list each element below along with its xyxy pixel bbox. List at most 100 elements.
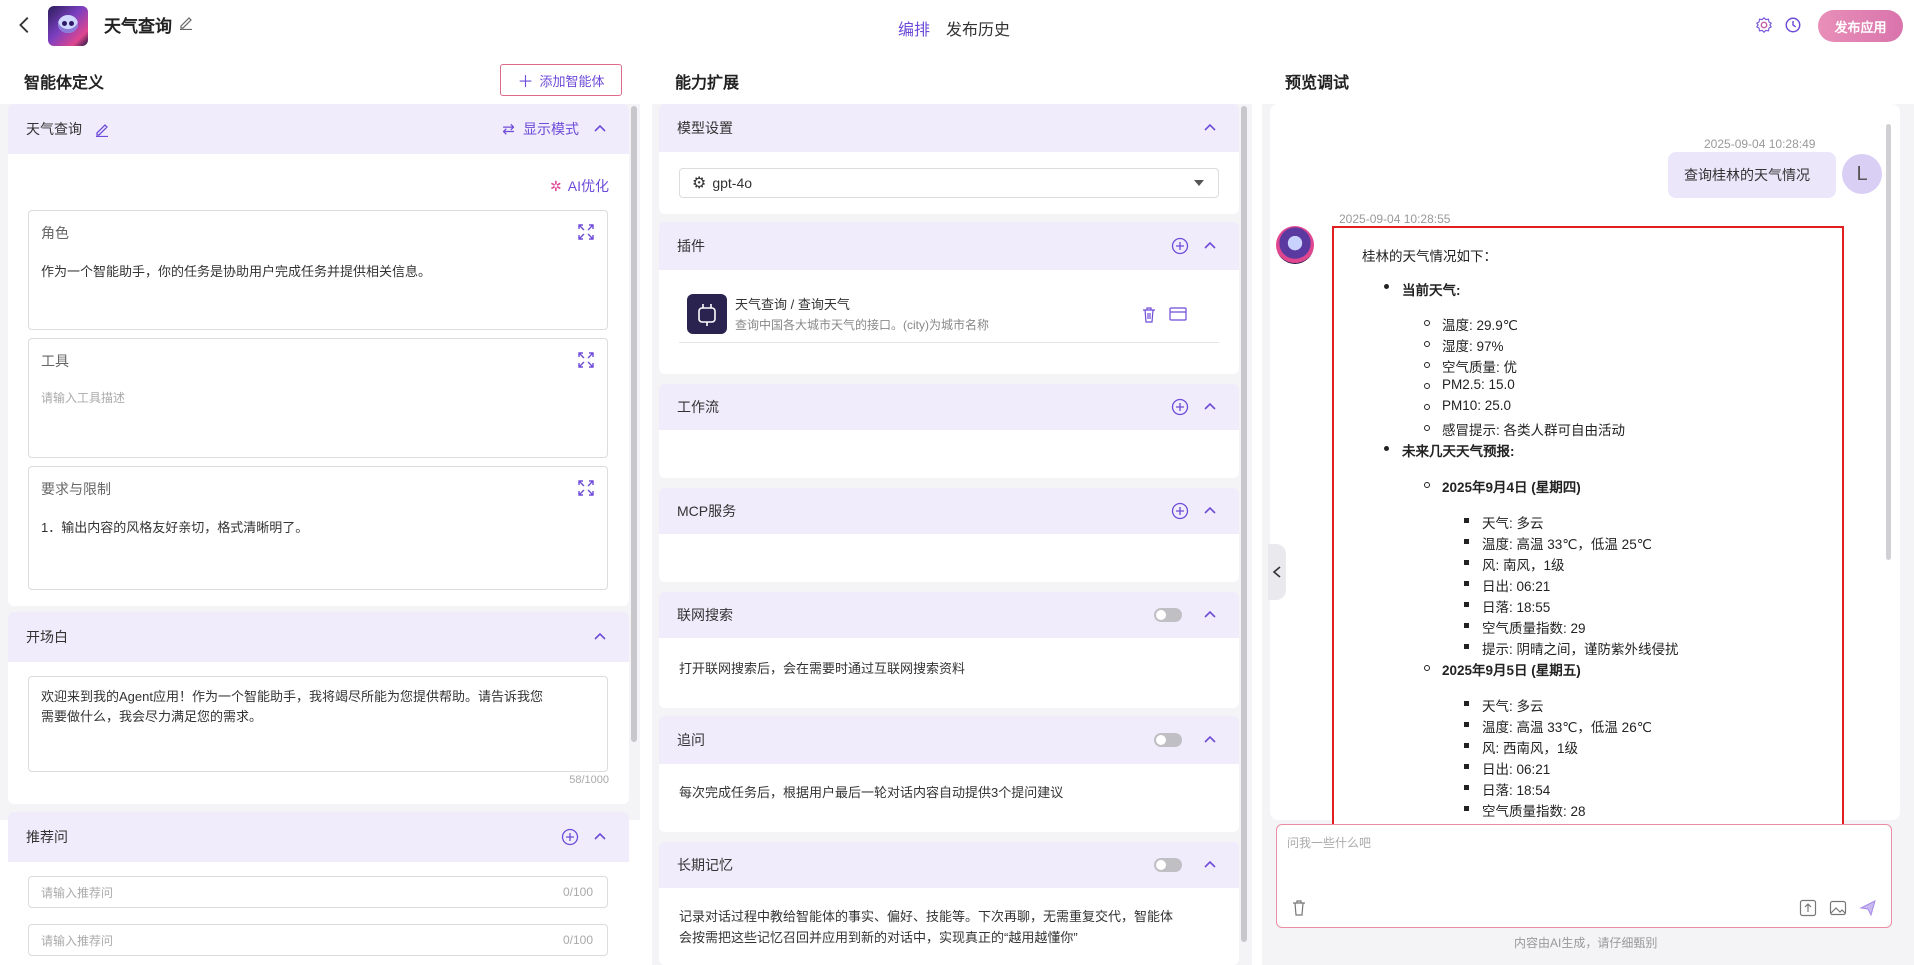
- expand-icon[interactable]: [577, 223, 595, 241]
- add-circle-icon[interactable]: [561, 828, 579, 846]
- opening-text-line: 需要做什么，我会尽力满足您的需求。: [41, 709, 263, 724]
- bullet: [1464, 602, 1469, 607]
- constraints-text: 1．输出内容的风格友好亲切，格式清晰明了。: [41, 520, 309, 535]
- gear-icon[interactable]: [1755, 16, 1773, 34]
- mcp-panel-header: MCP服务: [659, 488, 1239, 534]
- follow-up-panel: 追问 每次完成任务后，根据用户最后一轮对话内容自动提供3个提问建议: [659, 716, 1239, 832]
- suggestions-panel-header: 推荐问: [8, 812, 629, 862]
- current-weather-title: 当前天气:: [1402, 283, 1461, 298]
- add-agent-button[interactable]: ＋ 添加智能体: [500, 64, 622, 96]
- current-item: PM10: 25.0: [1442, 398, 1512, 413]
- tab-publish-history[interactable]: 发布历史: [946, 16, 1010, 40]
- web-search-panel-header: 联网搜索: [659, 592, 1239, 638]
- app-logo: [48, 6, 88, 46]
- forecast-item: 温度: 高温 33℃，低温 26℃: [1482, 720, 1652, 735]
- forecast-item: 天气: 多云: [1482, 516, 1544, 531]
- suggestion-input[interactable]: 请输入推荐问 0/100: [28, 876, 608, 908]
- opening-textarea[interactable]: 欢迎来到我的Agent应用！作为一个智能助手，我将竭尽所能为您提供帮助。请告诉我…: [28, 676, 608, 772]
- current-item: 感冒提示: 各类人群可自由活动: [1442, 423, 1626, 438]
- chat-input[interactable]: 问我一些什么吧: [1276, 824, 1892, 928]
- model-label: 模型设置: [677, 120, 733, 136]
- suggestions-label: 推荐问: [26, 829, 68, 845]
- follow-up-label: 追问: [677, 732, 705, 748]
- trash-icon[interactable]: [1141, 306, 1157, 324]
- memory-panel: 长期记忆 记录对话过程中教给智能体的事实、偏好、技能等。下次再聊，无需重复交代，…: [659, 842, 1239, 965]
- tools-card[interactable]: 工具 请输入工具描述: [28, 338, 608, 458]
- role-card[interactable]: 角色 作为一个智能助手，你的任务是协助用户完成任务并提供相关信息。: [28, 210, 608, 330]
- forecast-item: 日落: 18:54: [1482, 783, 1551, 798]
- capability-title: 能力扩展: [675, 75, 740, 92]
- model-panel-header: 模型设置: [659, 104, 1239, 152]
- constraints-card[interactable]: 要求与限制 1．输出内容的风格友好亲切，格式清晰明了。: [28, 466, 608, 590]
- forecast-item: 日出: 06:21: [1482, 762, 1551, 777]
- bullet: [1384, 284, 1389, 289]
- agent-panel-header: 天气查询 ⇄ 显示模式: [8, 104, 629, 154]
- display-mode-label: 显示模式: [523, 121, 579, 137]
- chevron-up-icon[interactable]: [593, 630, 607, 644]
- expand-icon[interactable]: [577, 479, 595, 497]
- publish-button[interactable]: 发布应用: [1818, 10, 1903, 42]
- web-search-panel: 联网搜索 打开联网搜索后，会在需要时通过互联网搜索资料: [659, 592, 1239, 708]
- add-circle-icon[interactable]: [1171, 502, 1189, 520]
- bullet: [1464, 806, 1469, 811]
- chat-scrollbar[interactable]: [1886, 124, 1891, 560]
- ai-optimize-button[interactable]: ✲ AI优化: [550, 176, 609, 196]
- follow-up-toggle[interactable]: [1154, 733, 1182, 747]
- bullet: [1424, 665, 1430, 671]
- trash-icon[interactable]: [1291, 899, 1307, 917]
- chevron-up-icon[interactable]: [1203, 121, 1217, 135]
- edit-icon[interactable]: [94, 121, 110, 137]
- model-value: gpt-4o: [712, 175, 753, 191]
- chevron-up-icon[interactable]: [593, 830, 607, 844]
- chevron-up-icon[interactable]: [1203, 504, 1217, 518]
- chevron-up-icon[interactable]: [1203, 400, 1217, 414]
- magic-wand-icon: ✲: [550, 177, 562, 194]
- chevron-up-icon[interactable]: [1203, 858, 1217, 872]
- image-upload-icon[interactable]: [1829, 899, 1847, 917]
- chevron-left-icon: [1272, 566, 1281, 578]
- settings-panel-icon[interactable]: [1169, 306, 1187, 322]
- tab-arrange[interactable]: 编排: [898, 16, 930, 40]
- plugins-panel: 插件 天气查询 / 查询天气 查询中国各大城市天气的接口。(city)为城市名称: [659, 222, 1239, 374]
- chevron-up-icon[interactable]: [1203, 608, 1217, 622]
- model-panel: 模型设置 ⚙ gpt-4o: [659, 104, 1239, 214]
- agent-name: 天气查询: [26, 121, 82, 137]
- suggestion-input[interactable]: 请输入推荐问 0/100: [28, 924, 608, 956]
- display-mode-button[interactable]: ⇄ 显示模式: [502, 119, 579, 139]
- tools-placeholder: 请输入工具描述: [41, 391, 126, 405]
- bullet: [1464, 644, 1469, 649]
- caret-down-icon: [1194, 180, 1204, 186]
- web-search-toggle[interactable]: [1154, 608, 1182, 622]
- chevron-up-icon[interactable]: [1203, 733, 1217, 747]
- edit-icon[interactable]: [178, 14, 194, 30]
- workflow-panel-header: 工作流: [659, 384, 1239, 430]
- chevron-up-icon[interactable]: [1203, 239, 1217, 253]
- bot-msg-time: 2025-09-04 10:28:55: [1339, 212, 1451, 226]
- collapse-panel-button[interactable]: [1268, 544, 1286, 600]
- left-scrollbar[interactable]: [631, 106, 637, 742]
- model-select[interactable]: ⚙ gpt-4o: [679, 168, 1219, 198]
- opening-label: 开场白: [26, 629, 68, 645]
- forecast-item: 空气质量指数: 28: [1482, 804, 1586, 819]
- back-arrow-icon[interactable]: [14, 14, 36, 36]
- follow-up-desc: 每次完成任务后，根据用户最后一轮对话内容自动提供3个提问建议: [679, 785, 1064, 800]
- forecast-item: 日落: 18:55: [1482, 600, 1551, 615]
- opening-text-line: 欢迎来到我的Agent应用！作为一个智能助手，我将竭尽所能为您提供帮助。请告诉我…: [41, 689, 543, 704]
- plugins-panel-header: 插件: [659, 222, 1239, 270]
- expand-icon[interactable]: [577, 351, 595, 369]
- add-circle-icon[interactable]: [1171, 237, 1189, 255]
- chevron-up-icon[interactable]: [593, 122, 607, 136]
- add-circle-icon[interactable]: [1171, 398, 1189, 416]
- bot-answer: 桂林的天气情况如下： 当前天气: 温度: 29.9℃ 湿度: 97% 空气质量:…: [1332, 226, 1844, 830]
- workflow-label: 工作流: [677, 399, 719, 415]
- forecast-item: 日出: 06:21: [1482, 579, 1551, 594]
- send-icon[interactable]: [1859, 899, 1877, 917]
- constraints-label: 要求与限制: [41, 481, 111, 497]
- bullet: [1424, 320, 1430, 326]
- memory-toggle[interactable]: [1154, 858, 1182, 872]
- middle-scrollbar[interactable]: [1241, 106, 1247, 942]
- upload-file-icon[interactable]: [1799, 899, 1817, 917]
- history-icon[interactable]: [1784, 16, 1802, 34]
- web-search-label: 联网搜索: [677, 607, 733, 623]
- bullet: [1464, 539, 1469, 544]
